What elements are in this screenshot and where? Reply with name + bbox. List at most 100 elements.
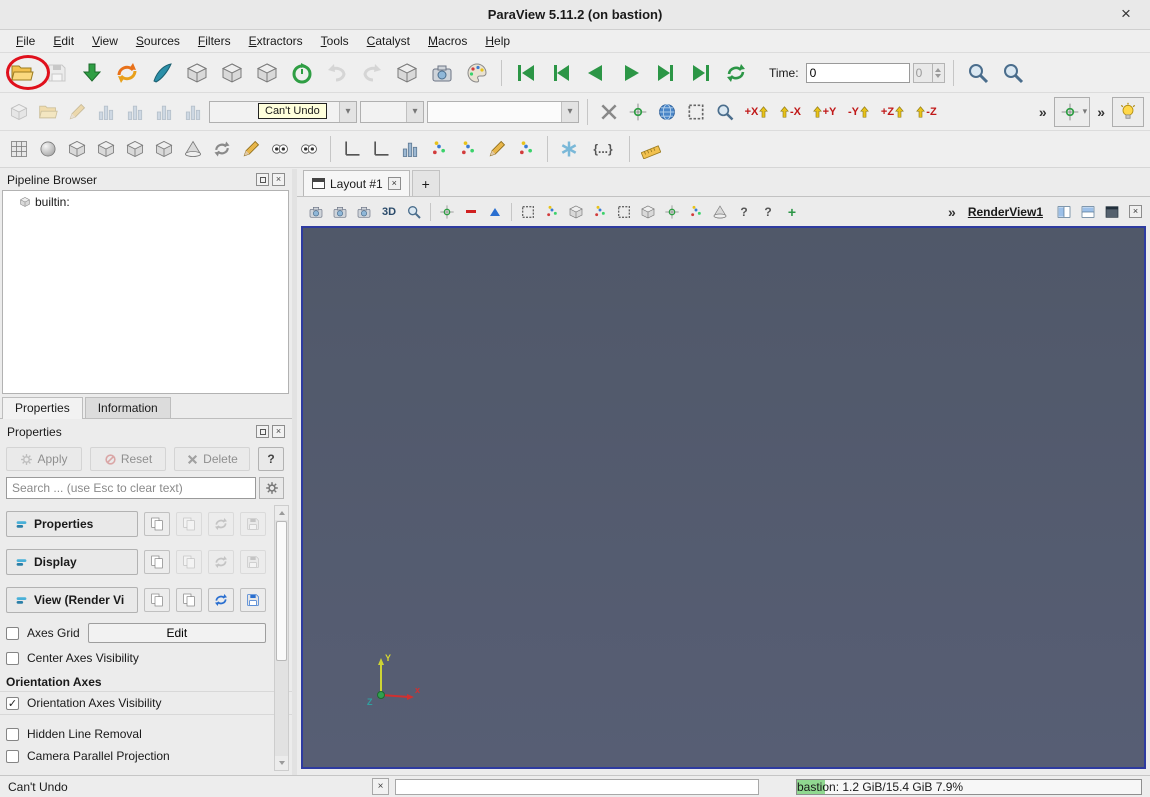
component-combo[interactable]: ▾	[360, 101, 424, 123]
paste-view-button[interactable]	[176, 588, 202, 612]
view-minus-x-button[interactable]: -X	[775, 99, 806, 125]
render-toolbar-overflow-chevron[interactable]: »	[944, 204, 960, 220]
axes-grid-checkbox[interactable]	[6, 627, 19, 640]
extract-selection-button[interactable]	[513, 136, 539, 162]
zoom-closest-button[interactable]	[712, 99, 738, 125]
open-file-button[interactable]	[6, 58, 38, 88]
search-input[interactable]	[6, 477, 256, 499]
properties-float-button[interactable]	[256, 425, 269, 438]
menu-help[interactable]: Help	[477, 32, 518, 50]
vcr-previous-frame-button[interactable]	[545, 58, 577, 88]
rescale-range-button[interactable]	[93, 99, 119, 125]
extract-level-button[interactable]	[296, 136, 322, 162]
split-horizontal-button[interactable]	[1053, 201, 1075, 223]
plot-over-line-button[interactable]	[339, 136, 365, 162]
view-plus-z-button[interactable]: +Z	[877, 99, 908, 125]
scrollbar-thumb[interactable]	[276, 521, 287, 661]
save-view-defaults-button[interactable]	[240, 588, 266, 612]
auto-apply-button[interactable]	[391, 58, 423, 88]
properties-scrollbar[interactable]	[274, 505, 289, 771]
layout-tab[interactable]: Layout #1 ×	[303, 170, 410, 196]
orientation-axes-checkbox[interactable]: ✓	[6, 697, 19, 710]
vcr-last-frame-button[interactable]	[685, 58, 717, 88]
warp-filter-button[interactable]	[238, 136, 264, 162]
reset-display-defaults-button[interactable]	[208, 550, 234, 574]
help-button[interactable]: ?	[258, 447, 284, 471]
group-dropdown-icon[interactable]: ▾	[1083, 106, 1088, 117]
copy-view-button[interactable]	[144, 588, 170, 612]
select-camera-button[interactable]	[709, 201, 731, 223]
reset-camera-closest-button[interactable]	[329, 201, 351, 223]
reset-defaults-button[interactable]	[208, 512, 234, 536]
select-points-through-button[interactable]	[589, 201, 611, 223]
select-cells-through-button[interactable]	[565, 201, 587, 223]
hover-points-button[interactable]: ?	[757, 201, 779, 223]
color-brush-button[interactable]	[146, 58, 178, 88]
color-palette-button[interactable]	[461, 58, 493, 88]
combo-dropdown-icon[interactable]: ▾	[406, 102, 423, 122]
tab-information[interactable]: Information	[85, 397, 171, 418]
center-axes-checkbox[interactable]	[6, 652, 19, 665]
menu-view[interactable]: View	[84, 32, 126, 50]
reset-camera-button[interactable]	[305, 201, 327, 223]
server-icon[interactable]	[251, 58, 283, 88]
hide-center-axes-button[interactable]	[460, 201, 482, 223]
frame-spin-arrows[interactable]	[933, 63, 945, 83]
rescale-custom-button[interactable]	[122, 99, 148, 125]
toolbar-overflow-chevron[interactable]: »	[1093, 104, 1109, 120]
open-group-button[interactable]	[35, 99, 61, 125]
ruler-source-button[interactable]	[638, 136, 664, 162]
tab-properties[interactable]: Properties	[2, 397, 83, 419]
close-view-icon[interactable]: ×	[1129, 205, 1142, 218]
frame-spinbox[interactable]	[913, 63, 945, 83]
menu-extractors[interactable]: Extractors	[241, 32, 311, 50]
menu-macros[interactable]: Macros	[420, 32, 475, 50]
color-by-combo[interactable]: Can't Undo ▾	[209, 101, 357, 123]
pipeline-item-builtin[interactable]: builtin:	[5, 195, 286, 209]
camera-link-button[interactable]	[1057, 99, 1083, 125]
zoom-to-box-view-button[interactable]	[403, 201, 425, 223]
threshold-filter-button[interactable]	[122, 136, 148, 162]
save-display-defaults-button[interactable]	[240, 550, 266, 574]
glyph-filter-button[interactable]	[556, 136, 582, 162]
interactive-select-cells-button[interactable]	[661, 201, 683, 223]
new-layout-tab-button[interactable]: +	[412, 170, 440, 196]
abort-progress-icon[interactable]: ×	[372, 778, 389, 795]
section-view-button[interactable]: View (Render Vi	[6, 587, 138, 613]
python-calculator-button[interactable]: {...}	[585, 136, 621, 162]
redo-button[interactable]	[356, 58, 388, 88]
plot-data-button[interactable]	[484, 136, 510, 162]
axes-grid-edit-button[interactable]: Edit	[88, 623, 266, 643]
capture-screenshot-button[interactable]	[426, 58, 458, 88]
properties-close-button[interactable]: ×	[272, 425, 285, 438]
contour-filter-button[interactable]	[180, 136, 206, 162]
view-minus-y-button[interactable]: -Y	[843, 99, 874, 125]
select-block-button[interactable]	[637, 201, 659, 223]
vcr-play-backward-button[interactable]	[580, 58, 612, 88]
clip-filter-button[interactable]	[64, 136, 90, 162]
frame-input[interactable]	[913, 63, 933, 83]
render-viewport[interactable]: Y x Z	[301, 226, 1146, 769]
vcr-loop-button[interactable]	[720, 58, 752, 88]
view-minus-z-button[interactable]: -Z	[911, 99, 942, 125]
toolbar-overflow-chevron[interactable]: »	[1035, 104, 1051, 120]
hover-cells-button[interactable]: ?	[733, 201, 755, 223]
server-disconnect-button[interactable]	[216, 58, 248, 88]
layout-tab-close-icon[interactable]: ×	[388, 177, 401, 190]
time-input[interactable]	[806, 63, 910, 83]
pipeline-float-button[interactable]	[256, 173, 269, 186]
vcr-first-frame-button[interactable]	[510, 58, 542, 88]
delete-button[interactable]: Delete	[174, 447, 250, 471]
reset-center-globe-button[interactable]	[654, 99, 680, 125]
camera-parallel-checkbox[interactable]	[6, 750, 19, 763]
rescale-temporal-button[interactable]	[151, 99, 177, 125]
render-view-name[interactable]: RenderView1	[968, 205, 1043, 219]
menu-filters[interactable]: Filters	[190, 32, 239, 50]
menu-file[interactable]: File	[8, 32, 43, 50]
menu-edit[interactable]: Edit	[45, 32, 82, 50]
zoom-to-box-button[interactable]	[962, 58, 994, 88]
section-display-button[interactable]: Display	[6, 549, 138, 575]
window-close-icon[interactable]: ×	[1116, 4, 1136, 24]
menu-sources[interactable]: Sources	[128, 32, 188, 50]
show-center-axes-button[interactable]	[596, 99, 622, 125]
